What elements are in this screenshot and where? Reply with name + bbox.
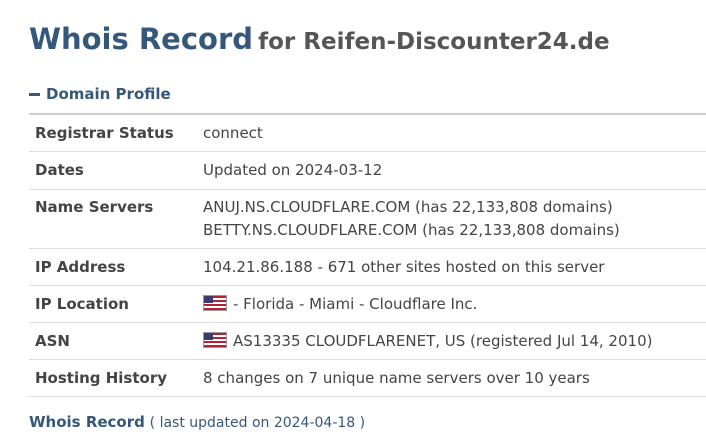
row-key: IP Location bbox=[35, 295, 129, 313]
row-value: - Florida - Miami - Cloudflare Inc. bbox=[203, 286, 706, 323]
domain-profile-title: Domain Profile bbox=[46, 85, 171, 103]
table-row: Hosting History 8 changes on 7 unique na… bbox=[29, 359, 706, 397]
row-value: AS13335 CLOUDFLARENET, US (registered Ju… bbox=[203, 323, 706, 360]
row-value: 104.21.86.188 - 671 other sites hosted o… bbox=[203, 258, 605, 276]
page-title-domain: for Reifen-Discounter24.de bbox=[258, 29, 610, 55]
name-server-2: BETTY.NS.CLOUDFLARE.COM (has 22,133,808 … bbox=[203, 221, 620, 239]
us-flag-icon bbox=[203, 295, 227, 311]
row-value: ANUJ.NS.CLOUDFLARE.COM (has 22,133,808 d… bbox=[203, 190, 706, 249]
row-key: Registrar Status bbox=[35, 124, 174, 142]
minus-icon bbox=[29, 93, 40, 96]
domain-profile-toggle[interactable]: Domain Profile bbox=[29, 85, 171, 103]
ip-location-text: - Florida - Miami - Cloudflare Inc. bbox=[233, 295, 478, 313]
row-key: Dates bbox=[35, 161, 84, 179]
page-title-main: Whois Record bbox=[29, 22, 254, 56]
whois-last-updated: ( last updated on 2024-04-18 ) bbox=[149, 415, 366, 431]
domain-profile-table: Registrar Status connect Dates Updated o… bbox=[29, 113, 706, 397]
row-value: 8 changes on 7 unique name servers over … bbox=[203, 369, 590, 387]
row-value: connect bbox=[203, 124, 263, 142]
row-key: Name Servers bbox=[35, 198, 154, 216]
row-key: IP Address bbox=[35, 258, 126, 276]
table-row: IP Address 104.21.86.188 - 671 other sit… bbox=[29, 248, 706, 286]
table-row: Name Servers ANUJ.NS.CLOUDFLARE.COM (has… bbox=[29, 189, 706, 249]
asn-text: AS13335 CLOUDFLARENET, US (registered Ju… bbox=[233, 332, 653, 350]
row-key: Hosting History bbox=[35, 369, 168, 387]
row-key: ASN bbox=[35, 332, 70, 350]
table-row: IP Location - Florida - Miami - Cloudfla… bbox=[29, 285, 706, 323]
table-row: Dates Updated on 2024-03-12 bbox=[29, 151, 706, 190]
us-flag-icon bbox=[203, 332, 227, 348]
page-title: Whois Record for Reifen-Discounter24.de bbox=[29, 22, 610, 56]
table-row: ASN AS13335 CLOUDFLARENET, US (registere… bbox=[29, 322, 706, 360]
row-value: Updated on 2024-03-12 bbox=[203, 161, 383, 179]
name-server-1: ANUJ.NS.CLOUDFLARE.COM (has 22,133,808 d… bbox=[203, 198, 613, 216]
whois-record-header: Whois Record ( last updated on 2024-04-1… bbox=[29, 413, 365, 431]
table-row: Registrar Status connect bbox=[29, 114, 706, 152]
whois-record-label: Whois Record bbox=[29, 413, 145, 431]
